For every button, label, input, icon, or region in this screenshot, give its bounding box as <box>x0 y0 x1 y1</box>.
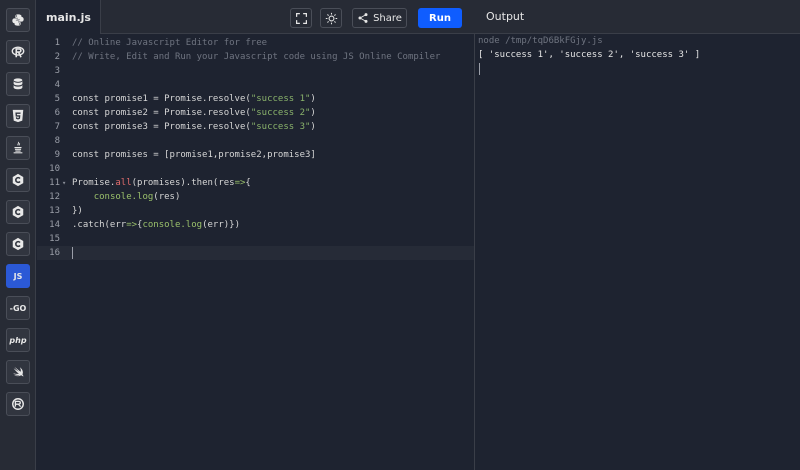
r-icon <box>11 46 25 58</box>
code-text: .catch(err=>{console.log(err)}) <box>72 220 240 230</box>
line-number: 12 <box>49 192 60 202</box>
code-text: const promise2 = Promise.resolve("succes… <box>72 108 316 118</box>
line-number: 16 <box>49 248 60 258</box>
database-icon <box>13 78 23 90</box>
code-line: 10 <box>37 162 474 176</box>
line-number: 6 <box>54 108 60 118</box>
line-number: 8 <box>54 136 60 146</box>
cpp-icon <box>12 205 24 219</box>
rust-icon <box>12 398 24 410</box>
php-icon: php <box>9 335 27 345</box>
c-icon <box>12 173 24 187</box>
output-command: node /tmp/tqD6BkFGjy.js <box>478 36 603 46</box>
output-panel: node /tmp/tqD6BkFGjy.js [ 'success 1', '… <box>475 34 800 470</box>
current-code-line: 16 <box>37 246 474 260</box>
code-line: 6 const promise2 = Promise.resolve("succ… <box>37 106 474 120</box>
code-text: const promise3 = Promise.resolve("succes… <box>72 122 316 132</box>
sidebar-item-python[interactable] <box>6 8 30 32</box>
swift-icon <box>12 366 24 377</box>
code-line: 13 }) <box>37 204 474 218</box>
code-line: 4 <box>37 78 474 92</box>
code-line: 12 console.log(res) <box>37 190 474 204</box>
code-text: Promise.all(promises).then(res=>{ <box>72 178 251 188</box>
sidebar-item-cpp[interactable] <box>6 200 30 224</box>
line-number: 1 <box>54 38 60 48</box>
line-number: 4 <box>54 80 60 90</box>
app-window: JS -GO php main.js Share Run Output 1 //… <box>0 0 800 470</box>
line-number: 14 <box>49 220 60 230</box>
line-number: 15 <box>49 234 60 244</box>
sidebar-item-javascript[interactable]: JS <box>6 264 30 288</box>
code-line: 7 const promise3 = Promise.resolve("succ… <box>37 120 474 134</box>
code-line: 1 // Online Javascript Editor for free <box>37 36 474 50</box>
sidebar-item-html[interactable] <box>6 104 30 128</box>
code-editor[interactable]: 1 // Online Javascript Editor for free 2… <box>37 34 474 470</box>
text-cursor <box>72 247 73 259</box>
sidebar-item-java[interactable] <box>6 136 30 160</box>
code-line: 9 const promises = [promise1,promise2,pr… <box>37 148 474 162</box>
code-line: 5 const promise1 = Promise.resolve("succ… <box>37 92 474 106</box>
code-text: const promise1 = Promise.resolve("succes… <box>72 94 316 104</box>
line-number: 13 <box>49 206 60 216</box>
sidebar-item-rust[interactable] <box>6 392 30 416</box>
code-text: }) <box>72 206 83 216</box>
code-line: 15 <box>37 232 474 246</box>
csharp-icon <box>12 237 24 251</box>
language-sidebar: JS -GO php <box>0 0 36 470</box>
theme-toggle-button[interactable] <box>320 8 342 28</box>
fold-arrow-icon[interactable]: ▾ <box>62 176 66 190</box>
terminal-cursor <box>479 63 480 75</box>
output-title: Output <box>486 10 525 23</box>
sidebar-item-php[interactable]: php <box>6 328 30 352</box>
code-text: // Write, Edit and Run your Javascript c… <box>72 52 441 62</box>
sidebar-item-csharp[interactable] <box>6 232 30 256</box>
code-line: 14 .catch(err=>{console.log(err)}) <box>37 218 474 232</box>
run-button[interactable]: Run <box>418 8 462 28</box>
code-text: const promises = [promise1,promise2,prom… <box>72 150 316 160</box>
expand-icon <box>295 12 307 24</box>
output-result: [ 'success 1', 'success 2', 'success 3' … <box>478 50 701 60</box>
line-number: 7 <box>54 122 60 132</box>
html5-icon <box>12 109 24 123</box>
code-line: 2 // Write, Edit and Run your Javascript… <box>37 50 474 64</box>
code-line: 8 <box>37 134 474 148</box>
line-number: 10 <box>49 164 60 174</box>
python-icon <box>12 14 24 26</box>
code-text: // Online Javascript Editor for free <box>72 38 268 48</box>
line-number: 9 <box>54 150 60 160</box>
code-text: console.log(res) <box>93 192 181 202</box>
share-button[interactable]: Share <box>352 8 407 28</box>
line-number: 2 <box>54 52 60 62</box>
sidebar-item-r[interactable] <box>6 40 30 64</box>
toolbar: main.js Share Run Output <box>37 0 800 34</box>
share-label: Share <box>373 12 402 24</box>
line-number: 3 <box>54 66 60 76</box>
sidebar-item-c[interactable] <box>6 168 30 192</box>
line-number: 5 <box>54 94 60 104</box>
java-icon <box>13 141 23 154</box>
sidebar-item-swift[interactable] <box>6 360 30 384</box>
sun-icon <box>325 12 337 24</box>
sidebar-item-sql[interactable] <box>6 72 30 96</box>
tab-main-js[interactable]: main.js <box>37 0 101 34</box>
go-icon: -GO <box>9 303 27 313</box>
sidebar-item-go[interactable]: -GO <box>6 296 30 320</box>
share-icon <box>358 13 368 23</box>
js-icon: JS <box>13 271 23 281</box>
code-line: 3 <box>37 64 474 78</box>
fullscreen-button[interactable] <box>290 8 312 28</box>
line-number: 11 <box>49 178 60 188</box>
code-line: 11 ▾ Promise.all(promises).then(res=>{ <box>37 176 474 190</box>
